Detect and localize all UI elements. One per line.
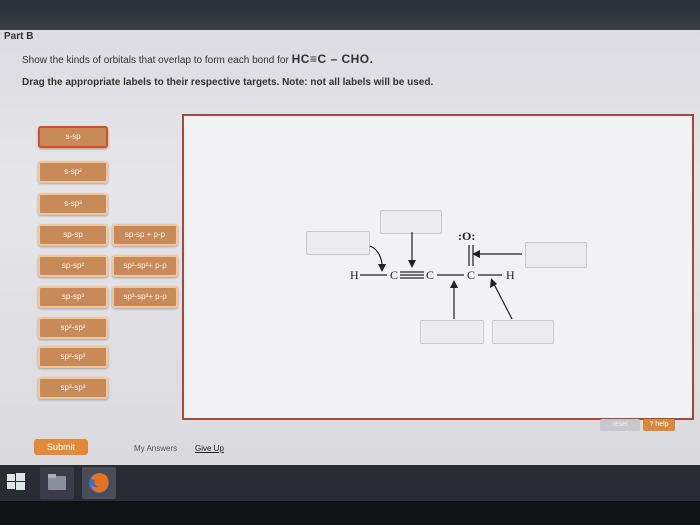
browser-viewport: Part B Show the kinds of orbitals that o…	[0, 0, 700, 465]
question-line1: Show the kinds of orbitals that overlap …	[22, 55, 289, 66]
submit-button[interactable]: Submit	[34, 439, 88, 455]
help-button[interactable]: ? help	[643, 419, 675, 431]
arrowhead-c-c-triple	[408, 260, 416, 268]
molecule-diagram: H C C C H :O:	[350, 229, 522, 320]
window-top-bar	[0, 0, 700, 30]
molecule-structure: H C C C H :O:	[182, 114, 694, 420]
question-text: Show the kinds of orbitals that overlap …	[22, 52, 373, 66]
file-explorer-icon[interactable]	[40, 467, 74, 499]
instructions-text: Drag the appropriate labels to their res…	[22, 77, 433, 88]
label-sp-sp2[interactable]: sp-sp²	[38, 255, 108, 277]
label-sp3-sp3-plus-p-p[interactable]: sp³-sp³+ p-p	[112, 286, 178, 308]
give-up-link[interactable]: Give Up	[195, 444, 224, 453]
part-label: Part B	[4, 31, 34, 42]
my-answers-link[interactable]: My Answers	[134, 444, 177, 453]
reset-button[interactable]: reset	[600, 419, 640, 431]
label-sp-sp3[interactable]: sp-sp³	[38, 286, 108, 308]
atom-c2: C	[426, 268, 434, 282]
atom-h-right: H	[506, 268, 515, 282]
firefox-icon[interactable]	[82, 467, 116, 499]
atom-c1: C	[390, 268, 398, 282]
windows-start-icon[interactable]	[6, 472, 26, 492]
arrowhead-h-c	[378, 264, 386, 272]
instructions-bold: Drag the appropriate labels to their res…	[22, 77, 434, 88]
label-sp-sp-plus-p-p[interactable]: sp-sp + p-p	[112, 224, 178, 246]
label-s-sp2[interactable]: s-sp²	[38, 161, 108, 183]
arrow-h-c	[369, 245, 383, 265]
label-sp2-sp3[interactable]: sp²-sp³	[38, 346, 108, 368]
arrow-c-h	[493, 283, 513, 320]
atom-h-left: H	[350, 268, 359, 282]
monitor-bezel	[0, 501, 700, 525]
label-sp2-sp2[interactable]: sp²-sp²	[38, 317, 108, 339]
molecule-formula: HC≡C – CHO.	[291, 52, 374, 66]
label-sp3-sp3[interactable]: sp³-sp³	[38, 377, 108, 399]
label-s-sp[interactable]: s-sp	[38, 126, 108, 148]
label-sp-sp[interactable]: sp-sp	[38, 224, 108, 246]
atom-c3: C	[467, 268, 475, 282]
label-s-sp3[interactable]: s-sp³	[38, 193, 108, 215]
label-sp2-sp2-plus-p-p[interactable]: sp²-sp²+ p-p	[112, 255, 178, 277]
atom-oxygen: :O:	[458, 229, 475, 243]
arrowhead-c-c-single	[450, 280, 458, 288]
